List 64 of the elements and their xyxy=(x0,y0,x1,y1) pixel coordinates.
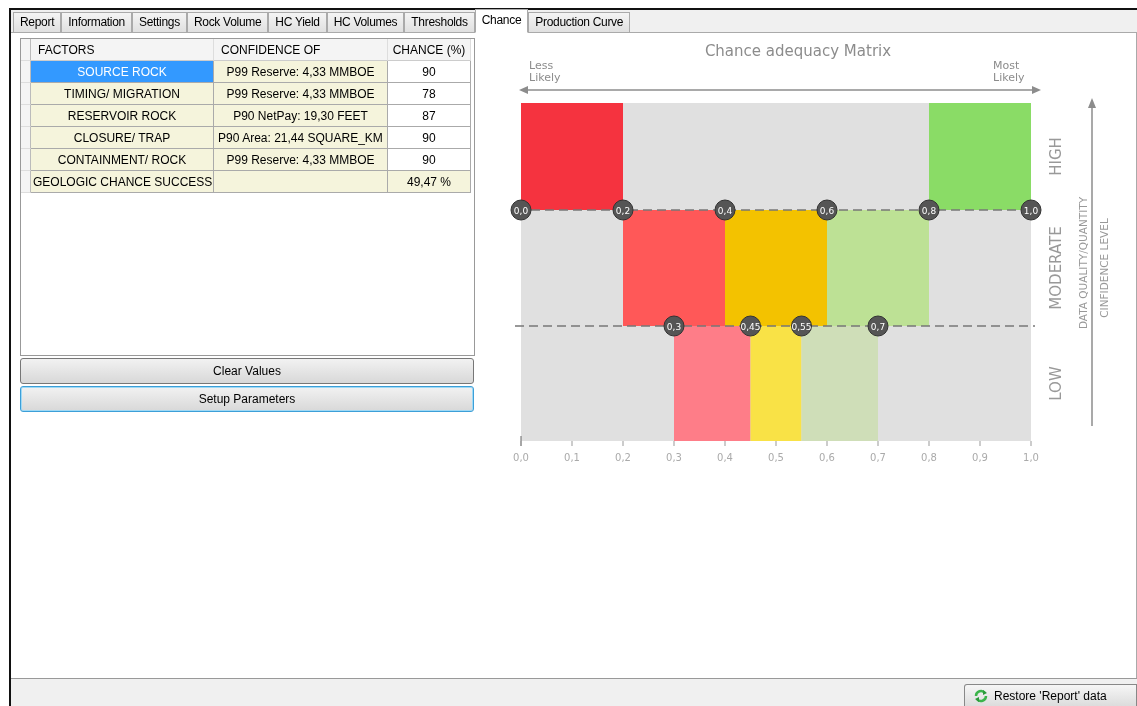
table-cell: P99 Reserve: 4,33 MMBOE xyxy=(214,149,388,171)
tab[interactable]: HC Volumes xyxy=(326,12,405,32)
table-cell: 90 xyxy=(388,149,471,171)
value-marker: 0,6 xyxy=(816,199,838,221)
table-cell: SOURCE ROCK xyxy=(31,61,214,83)
table-cell: P90 NetPay: 19,30 FEET xyxy=(214,105,388,127)
column-header: CHANCE (%) xyxy=(388,39,471,61)
action-button[interactable]: Setup Parameters xyxy=(20,386,474,412)
table-cell: 87 xyxy=(388,105,471,127)
tab[interactable]: Rock Volume xyxy=(186,12,269,32)
tick-label: 0,7 xyxy=(870,452,886,463)
tab[interactable]: Report xyxy=(13,12,62,32)
table-cell: CONTAINMENT/ ROCK xyxy=(31,149,214,171)
value-marker: 1,0 xyxy=(1020,199,1042,221)
confidence-band-label: LOW xyxy=(1047,366,1065,401)
table-cell: GEOLOGIC CHANCE SUCCESS xyxy=(31,171,214,193)
confidence-band-label: MODERATE xyxy=(1047,226,1065,310)
table-cell: 49,47 % xyxy=(388,171,471,193)
tab[interactable]: HC Yield xyxy=(268,12,327,32)
confidence-band-label: HIGH xyxy=(1047,137,1065,176)
table-cell: P99 Reserve: 4,33 MMBOE xyxy=(214,83,388,105)
table-cell: CLOSURE/ TRAP xyxy=(31,127,214,149)
tab[interactable]: Production Curve xyxy=(528,12,631,32)
action-button[interactable]: Clear Values xyxy=(20,358,474,384)
value-marker: 0,55 xyxy=(791,315,812,337)
tick-label: 0,3 xyxy=(666,452,682,463)
tick-label: 0,1 xyxy=(564,452,580,463)
value-marker: 0,4 xyxy=(714,199,736,221)
most-likely-label: Most xyxy=(993,59,1020,72)
most-likely-label: Likely xyxy=(993,71,1025,84)
table-cell: P90 Area: 21,44 SQUARE_KM xyxy=(214,127,388,149)
tick-label: 0,9 xyxy=(972,452,988,463)
tab[interactable]: Information xyxy=(61,12,132,32)
value-marker: 0,0 xyxy=(510,199,532,221)
table-cell: 90 xyxy=(388,61,471,83)
tick-label: 0,5 xyxy=(768,452,784,463)
matrix-title: Chance adequacy Matrix xyxy=(704,42,892,60)
column-header: FACTORS xyxy=(31,39,214,61)
tick-label: 0,4 xyxy=(717,452,733,463)
refresh-icon xyxy=(973,687,989,704)
table-cell: RESERVOIR ROCK xyxy=(31,105,214,127)
table-cell: TIMING/ MIGRATION xyxy=(31,83,214,105)
tick-label: 1,0 xyxy=(1023,452,1039,463)
tab[interactable]: Settings xyxy=(131,12,187,32)
less-likely-label: Likely xyxy=(529,71,561,84)
value-marker: 0,7 xyxy=(867,315,889,337)
tick-label: 0,0 xyxy=(513,452,529,463)
value-marker: 0,2 xyxy=(612,199,634,221)
axis-sublabel: CINFIDENCE LEVEL xyxy=(1098,218,1110,318)
column-header: CONFIDENCE OF xyxy=(214,39,388,61)
axis-label: DATA QUALITY/QUANTITY xyxy=(1077,196,1089,330)
value-marker: 0,45 xyxy=(740,315,761,337)
value-marker: 0,3 xyxy=(663,315,685,337)
tab[interactable]: Thresholds xyxy=(404,12,475,32)
tick-label: 0,8 xyxy=(921,452,937,463)
value-marker: 0,8 xyxy=(918,199,940,221)
tick-label: 0,6 xyxy=(819,452,835,463)
restore-button[interactable]: Restore 'Report' data xyxy=(964,684,1137,706)
table-cell: 90 xyxy=(388,127,471,149)
table-cell: P99 Reserve: 4,33 MMBOE xyxy=(214,61,388,83)
table-cell: 78 xyxy=(388,83,471,105)
tick-label: 0,2 xyxy=(615,452,631,463)
less-likely-label: Less xyxy=(529,59,554,72)
tab[interactable]: Chance xyxy=(474,9,529,33)
